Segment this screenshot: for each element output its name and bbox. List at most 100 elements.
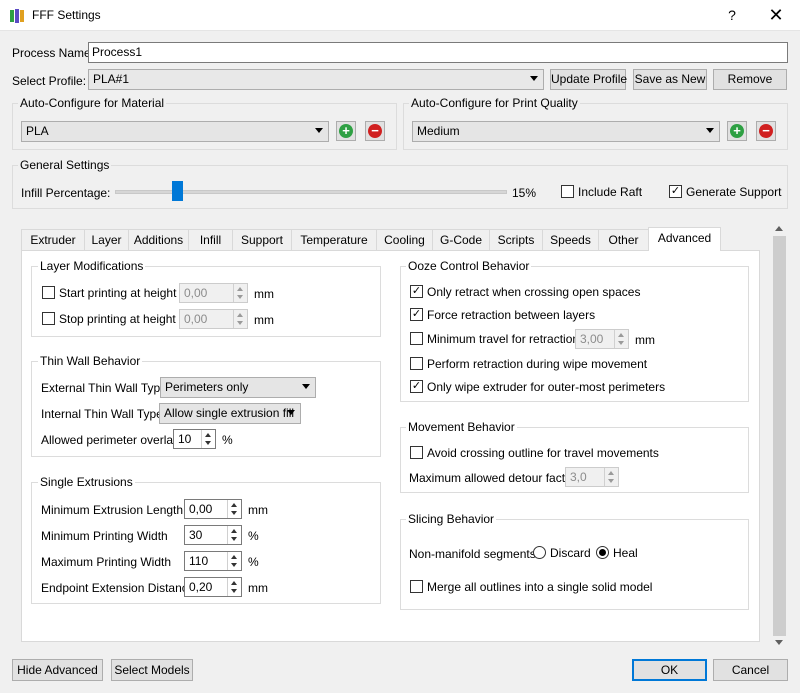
single-ext-value: 110: [189, 554, 209, 568]
min-extrusion-length-spinbox[interactable]: 0,00: [184, 499, 242, 519]
spin-down-icon[interactable]: [237, 321, 243, 325]
material-group-title: Auto-Configure for Material: [18, 96, 167, 110]
internal-thin-wall-select[interactable]: Allow single extrusion fill: [159, 403, 301, 424]
force-retract-checkbox[interactable]: ✓: [410, 308, 423, 321]
material-select[interactable]: PLA: [21, 121, 329, 142]
spin-down-icon[interactable]: [231, 511, 237, 515]
spin-up-icon[interactable]: [237, 287, 243, 291]
add-icon: +: [339, 124, 353, 138]
process-name-input[interactable]: Process1: [88, 42, 788, 63]
perimeter-overlap-spinbox[interactable]: 10: [173, 429, 216, 449]
min-travel-spinbox[interactable]: 3,00: [575, 329, 629, 349]
spin-down-icon[interactable]: [231, 537, 237, 541]
detour-factor-spinbox[interactable]: 3,0: [565, 467, 619, 487]
tab-scripts[interactable]: Scripts: [489, 229, 543, 251]
remove-material-button[interactable]: −: [365, 121, 385, 141]
discard-radio[interactable]: [533, 546, 546, 559]
hide-advanced-button[interactable]: Hide Advanced: [12, 659, 103, 681]
title-bar: [0, 0, 800, 31]
single-ext-label: Minimum Extrusion Length: [41, 503, 184, 517]
remove-quality-button[interactable]: −: [756, 121, 776, 141]
scrollbar[interactable]: [771, 222, 788, 650]
save-as-new-button[interactable]: Save as New: [633, 69, 707, 90]
profile-select-value: PLA#1: [93, 72, 130, 86]
max-printing-width-spinbox[interactable]: 110: [184, 551, 242, 571]
merge-outlines-checkbox[interactable]: [410, 580, 423, 593]
tab-additions[interactable]: Additions: [128, 229, 189, 251]
scroll-down-icon[interactable]: [775, 640, 783, 645]
stop-height-spinbox[interactable]: 0,00: [179, 309, 248, 329]
min-travel-checkbox[interactable]: [410, 332, 423, 345]
tab-other[interactable]: Other: [598, 229, 649, 251]
ok-button[interactable]: OK: [632, 659, 707, 681]
single-ext-label: Minimum Printing Width: [41, 529, 168, 543]
single-ext-unit: %: [248, 555, 259, 569]
external-thin-wall-label: External Thin Wall Type: [41, 381, 167, 395]
generate-support-checkbox[interactable]: ✓: [669, 185, 682, 198]
include-raft-label: Include Raft: [578, 185, 643, 199]
tab-temperature[interactable]: Temperature: [291, 229, 377, 251]
update-profile-button[interactable]: Update Profile: [550, 69, 627, 90]
thin-wall-title: Thin Wall Behavior: [38, 354, 143, 368]
profile-select[interactable]: PLA#1: [88, 69, 544, 90]
quality-select[interactable]: Medium: [412, 121, 720, 142]
add-icon: +: [730, 124, 744, 138]
tab-speeds[interactable]: Speeds: [542, 229, 599, 251]
start-printing-checkbox[interactable]: [42, 286, 55, 299]
spin-up-icon[interactable]: [618, 333, 624, 337]
spin-down-icon[interactable]: [608, 479, 614, 483]
start-height-spinbox[interactable]: 0,00: [179, 283, 248, 303]
avoid-crossing-checkbox[interactable]: [410, 446, 423, 459]
tab-support[interactable]: Support: [232, 229, 292, 251]
heal-label: Heal: [613, 546, 638, 560]
only-wipe-checkbox[interactable]: ✓: [410, 380, 423, 393]
cancel-button[interactable]: Cancel: [713, 659, 788, 681]
infill-slider-thumb[interactable]: [172, 181, 183, 201]
external-thin-wall-select[interactable]: Perimeters only: [160, 377, 316, 398]
generate-support-label: Generate Support: [686, 185, 782, 199]
wipe-retract-checkbox[interactable]: [410, 357, 423, 370]
heal-radio[interactable]: [596, 546, 609, 559]
spin-up-icon[interactable]: [608, 471, 614, 475]
endpoint-extension-spinbox[interactable]: 0,20: [184, 577, 242, 597]
spin-down-icon[interactable]: [231, 589, 237, 593]
tab-infill[interactable]: Infill: [188, 229, 233, 251]
spin-up-icon[interactable]: [205, 433, 211, 437]
remove-profile-button[interactable]: Remove: [713, 69, 787, 90]
tab-extruder[interactable]: Extruder: [21, 229, 85, 251]
add-material-button[interactable]: +: [336, 121, 356, 141]
stop-printing-checkbox[interactable]: [42, 312, 55, 325]
scroll-up-icon[interactable]: [775, 226, 783, 231]
spin-up-icon[interactable]: [231, 529, 237, 533]
spin-up-icon[interactable]: [231, 581, 237, 585]
min-printing-width-spinbox[interactable]: 30: [184, 525, 242, 545]
start-printing-label: Start printing at height: [59, 286, 177, 300]
only-retract-checkbox[interactable]: ✓: [410, 285, 423, 298]
spin-down-icon[interactable]: [231, 563, 237, 567]
tab-layer[interactable]: Layer: [84, 229, 129, 251]
add-quality-button[interactable]: +: [727, 121, 747, 141]
select-models-button[interactable]: Select Models: [111, 659, 193, 681]
include-raft-checkbox[interactable]: [561, 185, 574, 198]
scrollbar-thumb[interactable]: [773, 236, 786, 636]
spin-up-icon[interactable]: [231, 555, 237, 559]
tab-g-code[interactable]: G-Code: [432, 229, 490, 251]
single-ext-label: Maximum Printing Width: [41, 555, 172, 569]
material-select-value: PLA: [26, 124, 49, 138]
spin-down-icon[interactable]: [618, 341, 624, 345]
external-thin-wall-value: Perimeters only: [165, 380, 249, 394]
tab-cooling[interactable]: Cooling: [376, 229, 433, 251]
min-travel-value: 3,00: [580, 332, 604, 346]
remove-icon: −: [759, 124, 773, 138]
start-height-value: 0,00: [184, 286, 208, 300]
spin-down-icon[interactable]: [205, 441, 211, 445]
spin-down-icon[interactable]: [237, 295, 243, 299]
spin-up-icon[interactable]: [231, 503, 237, 507]
tab-advanced[interactable]: Advanced: [648, 227, 721, 251]
help-button[interactable]: ?: [712, 0, 752, 31]
close-button[interactable]: ✕: [754, 0, 798, 31]
spin-up-icon[interactable]: [237, 313, 243, 317]
slicing-groupbox: [400, 519, 749, 610]
app-icon: [9, 8, 25, 24]
infill-value: 15%: [512, 186, 537, 200]
